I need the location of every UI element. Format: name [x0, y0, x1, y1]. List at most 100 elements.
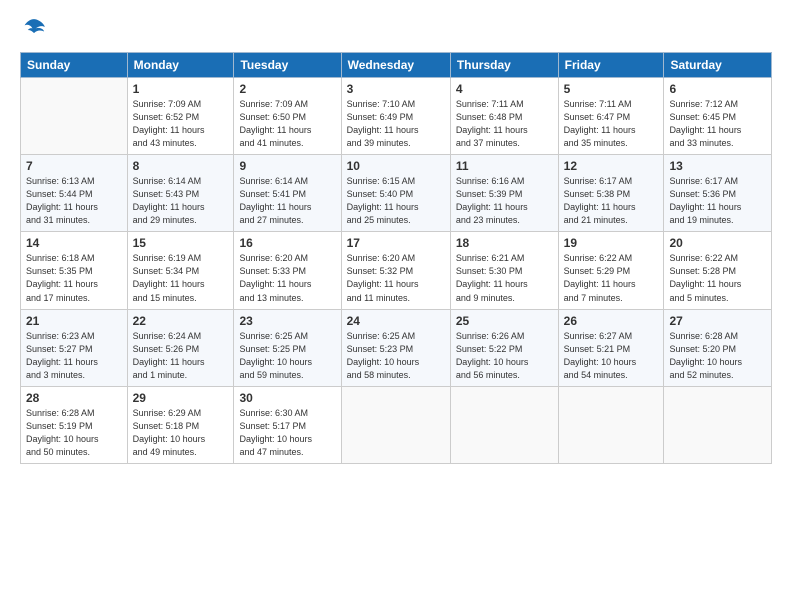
calendar-cell: 17 Sunrise: 6:20 AMSunset: 5:32 PMDayligh… [341, 232, 450, 309]
calendar-cell: 24 Sunrise: 6:25 AMSunset: 5:23 PMDayligh… [341, 309, 450, 386]
calendar-cell: 26Sunrise: 6:27 AMSunset: 5:21 PMDayligh… [558, 309, 664, 386]
weekday-saturday: Saturday [664, 53, 772, 78]
day-number: 18 [456, 236, 553, 250]
weekday-wednesday: Wednesday [341, 53, 450, 78]
week-row-4: 21Sunrise: 6:23 AMSunset: 5:27 PMDayligh… [21, 309, 772, 386]
calendar-cell: 15 Sunrise: 6:19 AMSunset: 5:34 PMDayligh… [127, 232, 234, 309]
day-info: Sunrise: 6:13 AMSunset: 5:44 PMDaylight:… [26, 175, 122, 227]
weekday-monday: Monday [127, 53, 234, 78]
day-number: 23 [239, 314, 335, 328]
day-number: 14 [26, 236, 122, 250]
day-number: 22 [133, 314, 229, 328]
day-number: 15 [133, 236, 229, 250]
calendar-cell: 21Sunrise: 6:23 AMSunset: 5:27 PMDayligh… [21, 309, 128, 386]
day-number: 3 [347, 82, 445, 96]
day-number: 17 [347, 236, 445, 250]
calendar-table: SundayMondayTuesdayWednesdayThursdayFrid… [20, 52, 772, 464]
calendar-cell: 30 Sunrise: 6:30 AMSunset: 5:17 PMDayligh… [234, 386, 341, 463]
calendar-cell: 10 Sunrise: 6:15 AMSunset: 5:40 PMDayligh… [341, 155, 450, 232]
calendar-cell: 2 Sunrise: 7:09 AMSunset: 6:50 PMDaylight… [234, 78, 341, 155]
day-info: Sunrise: 7:09 AMSunset: 6:52 PMDaylight:… [133, 98, 229, 150]
logo [20, 16, 50, 44]
day-number: 7 [26, 159, 122, 173]
day-info: Sunrise: 6:22 AMSunset: 5:29 PMDaylight:… [564, 252, 659, 304]
day-number: 13 [669, 159, 766, 173]
day-number: 6 [669, 82, 766, 96]
week-row-2: 7 Sunrise: 6:13 AMSunset: 5:44 PMDaylight… [21, 155, 772, 232]
day-info: Sunrise: 6:21 AMSunset: 5:30 PMDaylight:… [456, 252, 553, 304]
calendar-cell: 29Sunrise: 6:29 AMSunset: 5:18 PMDayligh… [127, 386, 234, 463]
day-number: 12 [564, 159, 659, 173]
day-number: 21 [26, 314, 122, 328]
calendar-cell [558, 386, 664, 463]
day-info: Sunrise: 7:09 AMSunset: 6:50 PMDaylight:… [239, 98, 335, 150]
day-info: Sunrise: 6:25 AMSunset: 5:23 PMDaylight:… [347, 330, 445, 382]
day-info: Sunrise: 6:28 AMSunset: 5:20 PMDaylight:… [669, 330, 766, 382]
day-number: 8 [133, 159, 229, 173]
day-number: 1 [133, 82, 229, 96]
calendar-cell: 3Sunrise: 7:10 AMSunset: 6:49 PMDaylight… [341, 78, 450, 155]
calendar-cell: 19 Sunrise: 6:22 AMSunset: 5:29 PMDayligh… [558, 232, 664, 309]
day-number: 9 [239, 159, 335, 173]
calendar-cell: 20 Sunrise: 6:22 AMSunset: 5:28 PMDayligh… [664, 232, 772, 309]
calendar-cell: 25Sunrise: 6:26 AMSunset: 5:22 PMDayligh… [450, 309, 558, 386]
day-number: 4 [456, 82, 553, 96]
day-info: Sunrise: 7:12 AMSunset: 6:45 PMDaylight:… [669, 98, 766, 150]
day-number: 16 [239, 236, 335, 250]
day-number: 20 [669, 236, 766, 250]
calendar-cell: 6 Sunrise: 7:12 AMSunset: 6:45 PMDaylight… [664, 78, 772, 155]
calendar-cell: 1 Sunrise: 7:09 AMSunset: 6:52 PMDaylight… [127, 78, 234, 155]
day-info: Sunrise: 6:14 AMSunset: 5:43 PMDaylight:… [133, 175, 229, 227]
day-info: Sunrise: 6:24 AMSunset: 5:26 PMDaylight:… [133, 330, 229, 382]
day-number: 5 [564, 82, 659, 96]
calendar-cell: 22 Sunrise: 6:24 AMSunset: 5:26 PMDayligh… [127, 309, 234, 386]
day-number: 30 [239, 391, 335, 405]
calendar-cell: 23Sunrise: 6:25 AMSunset: 5:25 PMDayligh… [234, 309, 341, 386]
week-row-1: 1 Sunrise: 7:09 AMSunset: 6:52 PMDaylight… [21, 78, 772, 155]
calendar-cell: 16 Sunrise: 6:20 AMSunset: 5:33 PMDayligh… [234, 232, 341, 309]
day-info: Sunrise: 6:19 AMSunset: 5:34 PMDaylight:… [133, 252, 229, 304]
day-info: Sunrise: 6:17 AMSunset: 5:36 PMDaylight:… [669, 175, 766, 227]
calendar-cell: 11 Sunrise: 6:16 AMSunset: 5:39 PMDayligh… [450, 155, 558, 232]
day-info: Sunrise: 6:29 AMSunset: 5:18 PMDaylight:… [133, 407, 229, 459]
calendar-cell [664, 386, 772, 463]
calendar-cell: 7 Sunrise: 6:13 AMSunset: 5:44 PMDaylight… [21, 155, 128, 232]
day-info: Sunrise: 6:15 AMSunset: 5:40 PMDaylight:… [347, 175, 445, 227]
weekday-sunday: Sunday [21, 53, 128, 78]
calendar-cell: 9 Sunrise: 6:14 AMSunset: 5:41 PMDaylight… [234, 155, 341, 232]
calendar-cell [450, 386, 558, 463]
week-row-3: 14 Sunrise: 6:18 AMSunset: 5:35 PMDayligh… [21, 232, 772, 309]
day-number: 10 [347, 159, 445, 173]
calendar-cell [341, 386, 450, 463]
calendar-cell: 18 Sunrise: 6:21 AMSunset: 5:30 PMDayligh… [450, 232, 558, 309]
calendar-cell: 27 Sunrise: 6:28 AMSunset: 5:20 PMDayligh… [664, 309, 772, 386]
calendar-cell: 14 Sunrise: 6:18 AMSunset: 5:35 PMDayligh… [21, 232, 128, 309]
day-info: Sunrise: 6:22 AMSunset: 5:28 PMDaylight:… [669, 252, 766, 304]
calendar-body: 1 Sunrise: 7:09 AMSunset: 6:52 PMDaylight… [21, 78, 772, 464]
calendar-cell: 13 Sunrise: 6:17 AMSunset: 5:36 PMDayligh… [664, 155, 772, 232]
day-info: Sunrise: 6:17 AMSunset: 5:38 PMDaylight:… [564, 175, 659, 227]
day-number: 2 [239, 82, 335, 96]
weekday-tuesday: Tuesday [234, 53, 341, 78]
calendar-cell: 8 Sunrise: 6:14 AMSunset: 5:43 PMDaylight… [127, 155, 234, 232]
weekday-friday: Friday [558, 53, 664, 78]
day-info: Sunrise: 6:16 AMSunset: 5:39 PMDaylight:… [456, 175, 553, 227]
day-info: Sunrise: 6:18 AMSunset: 5:35 PMDaylight:… [26, 252, 122, 304]
calendar-cell: 12 Sunrise: 6:17 AMSunset: 5:38 PMDayligh… [558, 155, 664, 232]
day-info: Sunrise: 7:11 AMSunset: 6:48 PMDaylight:… [456, 98, 553, 150]
day-info: Sunrise: 6:20 AMSunset: 5:32 PMDaylight:… [347, 252, 445, 304]
day-info: Sunrise: 7:11 AMSunset: 6:47 PMDaylight:… [564, 98, 659, 150]
day-number: 11 [456, 159, 553, 173]
day-info: Sunrise: 6:20 AMSunset: 5:33 PMDaylight:… [239, 252, 335, 304]
weekday-thursday: Thursday [450, 53, 558, 78]
day-info: Sunrise: 6:14 AMSunset: 5:41 PMDaylight:… [239, 175, 335, 227]
day-number: 27 [669, 314, 766, 328]
calendar-cell: 4 Sunrise: 7:11 AMSunset: 6:48 PMDaylight… [450, 78, 558, 155]
day-number: 19 [564, 236, 659, 250]
calendar-cell [21, 78, 128, 155]
day-info: Sunrise: 6:28 AMSunset: 5:19 PMDaylight:… [26, 407, 122, 459]
calendar-cell: 5 Sunrise: 7:11 AMSunset: 6:47 PMDaylight… [558, 78, 664, 155]
day-number: 24 [347, 314, 445, 328]
day-info: Sunrise: 6:30 AMSunset: 5:17 PMDaylight:… [239, 407, 335, 459]
day-number: 25 [456, 314, 553, 328]
